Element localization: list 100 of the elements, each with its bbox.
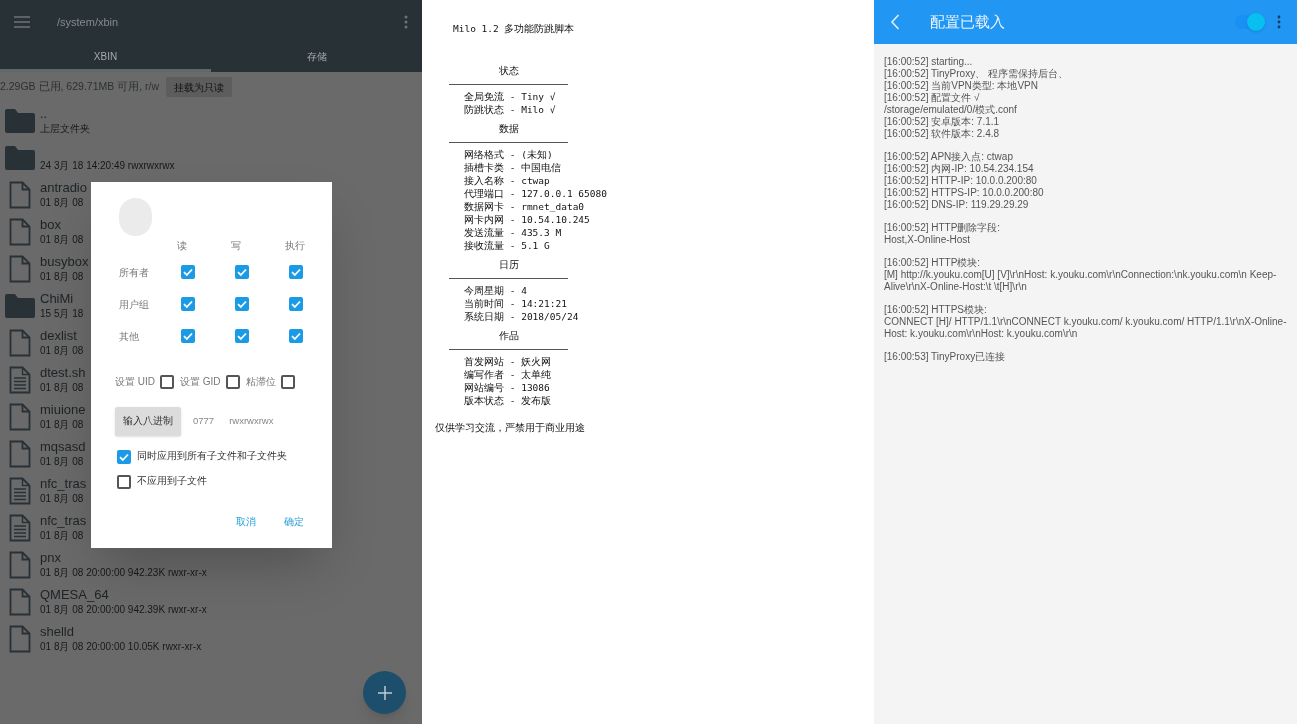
file-name[interactable]: .. <box>40 106 90 122</box>
info-line: 接入名称 - ctwap <box>463 174 550 188</box>
info-line: 首发网站 - 妖火网 <box>463 355 552 369</box>
mount-readonly-button[interactable]: 挂载为只读 <box>166 77 232 97</box>
option-label: 粘滞位 <box>245 375 276 389</box>
file-icon <box>9 439 31 468</box>
file-name[interactable]: nfc_tras <box>40 513 87 529</box>
folder-icon <box>4 144 36 171</box>
file-details: 01 8月 08 <box>40 529 85 542</box>
log-line: Host,X-Online-Host <box>884 234 972 246</box>
file-name[interactable]: dexlist <box>40 328 84 344</box>
log-line: [16:00:52] 软件版本: 2.4.8 <box>884 128 1001 140</box>
log-line: [16:00:52] HTTPS-IP: 10.0.0.200:80 <box>884 187 1045 199</box>
file-name[interactable]: mqsasd <box>40 439 86 455</box>
info-line: 插槽卡类 - 中国电信 <box>463 161 562 175</box>
checkbox[interactable] <box>289 265 303 279</box>
symbolic-value: rwxrwxrwx <box>229 414 274 429</box>
vpn-toggle[interactable] <box>1235 15 1263 29</box>
checkbox[interactable] <box>117 474 131 489</box>
disclaimer-text: 仅供学习交流，严禁用于商业用途 <box>435 421 586 436</box>
file-icon <box>9 624 31 653</box>
log-line: [16:00:52] HTTP-IP: 10.0.0.200:80 <box>884 175 1038 187</box>
log-line: [16:00:52] 配置文件 √ <box>884 92 981 104</box>
checkbox[interactable] <box>235 329 249 343</box>
row-label: 其他 <box>119 329 140 344</box>
file-details: 15 5月 18 <box>40 307 84 320</box>
info-line: 版本状态 - 发布版 <box>463 394 552 408</box>
checkbox[interactable] <box>160 374 174 389</box>
dialog-button[interactable]: 确定 <box>284 514 304 529</box>
checkbox[interactable] <box>117 449 131 464</box>
file-details: 01 8月 08 <box>40 455 85 468</box>
info-line: 网站编号 - 13086 <box>463 381 550 395</box>
file-name[interactable]: box <box>40 217 84 233</box>
checkbox[interactable] <box>289 329 303 343</box>
more-icon[interactable] <box>404 15 408 29</box>
text-file-icon <box>9 513 31 542</box>
add-button[interactable] <box>363 671 406 714</box>
file-details: 01 8月 08 <box>40 233 84 246</box>
file-details: 01 8月 08 <box>40 196 85 209</box>
info-line: 防跳状态 - Milo √ <box>463 103 556 117</box>
back-icon[interactable] <box>890 14 900 30</box>
octal-input-button[interactable]: 输入八进制 <box>115 407 181 436</box>
checkbox[interactable] <box>181 265 195 279</box>
file-icon <box>9 217 31 246</box>
dialog-button[interactable]: 取消 <box>236 514 256 529</box>
log-line: [16:00:52] HTTP模块: <box>884 257 982 269</box>
tab[interactable]: 存储 <box>211 44 422 72</box>
menu-icon[interactable] <box>14 16 30 28</box>
info-line: 数据网卡 - rmnet_data0 <box>463 200 585 214</box>
checkbox[interactable] <box>235 297 249 311</box>
option-label: 不应用到子文件 <box>137 474 207 489</box>
file-details: 01 8月 08 20:00:00 942.23K rwxr-xr-x <box>40 566 207 579</box>
screen-title: 配置已载入 <box>930 11 1006 32</box>
info-line: 接收流量 - 5.1 G <box>463 239 550 253</box>
row-label: 所有者 <box>119 265 150 280</box>
file-name[interactable]: ChiMi <box>40 291 84 307</box>
checkbox[interactable] <box>235 265 249 279</box>
log-line: [16:00:52] DNS-IP: 119.29.29.29 <box>884 199 1030 211</box>
file-icon <box>9 328 31 357</box>
section-heading: 数据 <box>497 122 520 137</box>
checkbox[interactable] <box>225 374 240 389</box>
file-icon <box>9 550 31 579</box>
checkbox[interactable] <box>181 297 195 311</box>
more-icon[interactable] <box>1277 15 1281 29</box>
info-line: 发送流量 - 435.3 M <box>463 226 562 240</box>
info-line: 网卡内网 - 10.54.10.245 <box>463 213 590 227</box>
file-name[interactable]: pnx <box>40 550 207 566</box>
file-name[interactable]: nfc_tras <box>40 476 87 492</box>
log-line: [16:00:52] 当前VPN类型: 本地VPN <box>884 80 1039 92</box>
file-name[interactable]: miuione <box>40 402 86 418</box>
option-label: 设置 GID <box>180 375 221 389</box>
log-line: [16:00:52] APN接入点: ctwap <box>884 151 1014 163</box>
column-label: 执行 <box>284 239 306 253</box>
info-line: 当前时间 - 14:21:21 <box>463 297 567 311</box>
section-heading: 日历 <box>497 258 520 273</box>
info-line: 代理端口 - 127.0.0.1 65080 <box>463 187 607 201</box>
log-line: [16:00:53] TinyProxy已连接 <box>884 351 1007 363</box>
checkbox[interactable] <box>289 297 303 311</box>
file-details: 01 8月 08 <box>40 344 84 357</box>
tab[interactable]: XBIN <box>0 44 211 72</box>
checkbox[interactable] <box>280 374 295 389</box>
file-details: 01 8月 08 <box>40 270 85 283</box>
log-line: [16:00:52] 安卓版本: 7.1.1 <box>884 116 1001 128</box>
file-icon <box>9 402 31 431</box>
file-name[interactable]: dtest.sh <box>40 365 86 381</box>
info-line: 全局免流 - Tiny √ <box>463 90 556 104</box>
file-name[interactable]: QMESA_64 <box>40 587 207 603</box>
text-file-icon <box>9 476 31 505</box>
octal-value: 0777 <box>193 414 215 429</box>
log-line: /storage/emulated/0/模式.conf <box>884 104 1018 116</box>
file-name[interactable]: busybox <box>40 254 89 270</box>
path-title: /system/xbin <box>57 14 120 30</box>
folder-icon <box>4 107 36 134</box>
file-name[interactable]: shelld <box>40 624 202 640</box>
file-icon <box>9 180 31 209</box>
file-name[interactable]: antradio <box>40 180 87 196</box>
option-label: 同时应用到所有子文件和子文件夹 <box>137 449 287 464</box>
info-line: 今周星期 - 4 <box>463 284 527 298</box>
checkbox[interactable] <box>181 329 195 343</box>
option-label: 设置 UID <box>115 375 155 389</box>
